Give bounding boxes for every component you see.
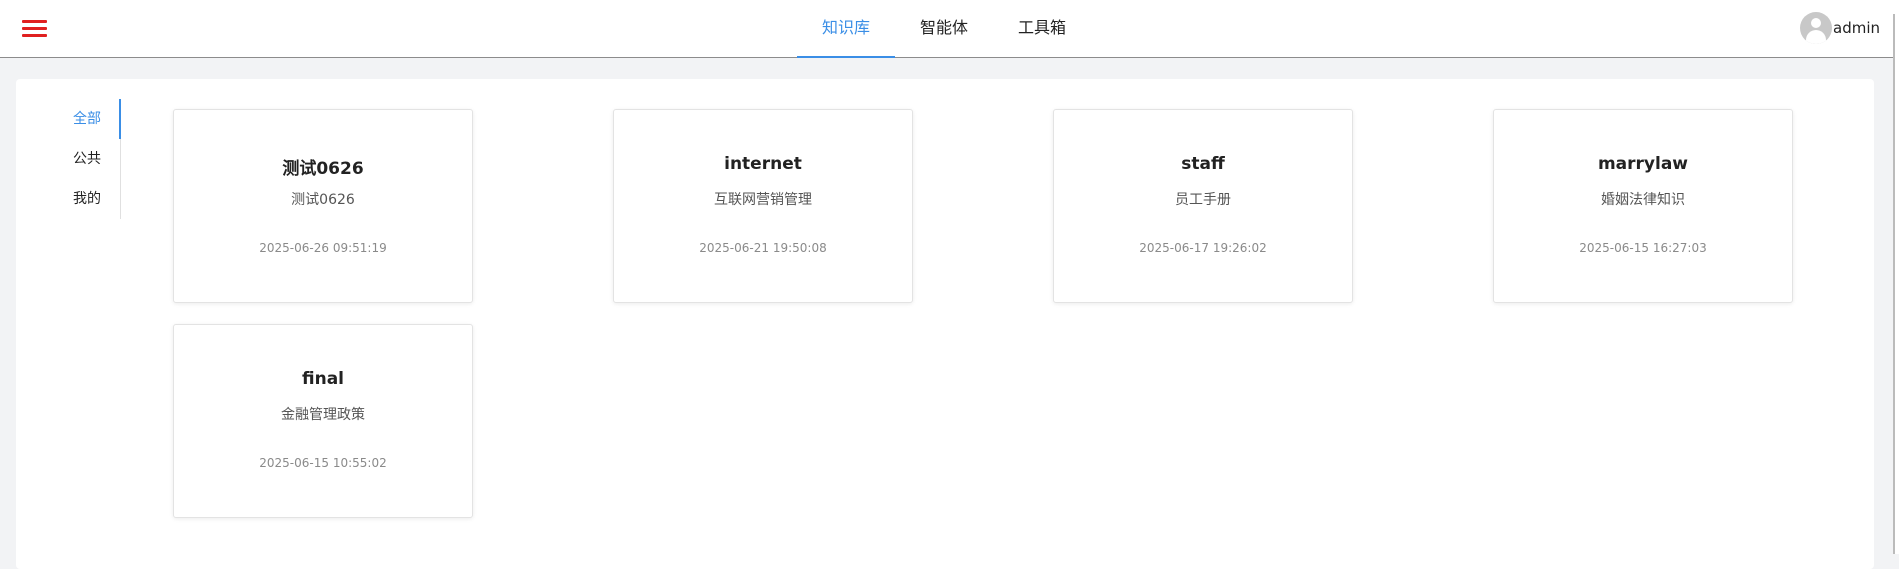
card-date: 2025-06-15 16:27:03: [1579, 241, 1707, 255]
knowledge-card[interactable]: 测试0626 测试0626 2025-06-26 09:51:19: [173, 109, 473, 303]
category-sidebar: 全部 公共 我的: [56, 99, 121, 219]
card-title: final: [301, 369, 344, 389]
hamburger-menu-icon[interactable]: [22, 19, 47, 39]
top-header: 知识库 智能体 工具箱 admin: [0, 0, 1899, 58]
card-description: 金融管理政策: [281, 407, 365, 423]
card-description: 测试0626: [291, 192, 355, 208]
card-description: 员工手册: [1175, 192, 1231, 208]
card-date: 2025-06-21 19:50:08: [699, 241, 827, 255]
content-panel: 全部 公共 我的 测试0626 测试0626 2025-06-26 09:51:…: [16, 79, 1874, 569]
user-menu[interactable]: admin: [1800, 11, 1880, 45]
card-date: 2025-06-15 10:55:02: [259, 456, 387, 470]
window-edge: [1893, 0, 1899, 554]
knowledge-card[interactable]: internet 互联网营销管理 2025-06-21 19:50:08: [613, 109, 913, 303]
knowledge-card[interactable]: marrylaw 婚姻法律知识 2025-06-15 16:27:03: [1493, 109, 1793, 303]
card-title: 测试0626: [282, 159, 364, 179]
card-description: 婚姻法律知识: [1601, 192, 1685, 208]
card-title: internet: [724, 154, 802, 174]
knowledge-card[interactable]: staff 员工手册 2025-06-17 19:26:02: [1053, 109, 1353, 303]
user-avatar-icon[interactable]: [1800, 12, 1832, 44]
tab-toolbox[interactable]: 工具箱: [993, 0, 1091, 58]
card-date: 2025-06-26 09:51:19: [259, 241, 387, 255]
tab-knowledge-base[interactable]: 知识库: [797, 0, 895, 58]
knowledge-card[interactable]: final 金融管理政策 2025-06-15 10:55:02: [173, 324, 473, 518]
sidebar-item-public[interactable]: 公共: [56, 139, 121, 179]
card-title: staff: [1181, 154, 1225, 174]
card-description: 互联网营销管理: [714, 192, 812, 208]
card-date: 2025-06-17 19:26:02: [1139, 241, 1267, 255]
sidebar-item-all[interactable]: 全部: [56, 99, 121, 139]
sidebar-item-mine[interactable]: 我的: [56, 179, 121, 219]
tab-agents[interactable]: 智能体: [895, 0, 993, 58]
username[interactable]: admin: [1833, 19, 1880, 37]
card-title: marrylaw: [1597, 154, 1689, 174]
